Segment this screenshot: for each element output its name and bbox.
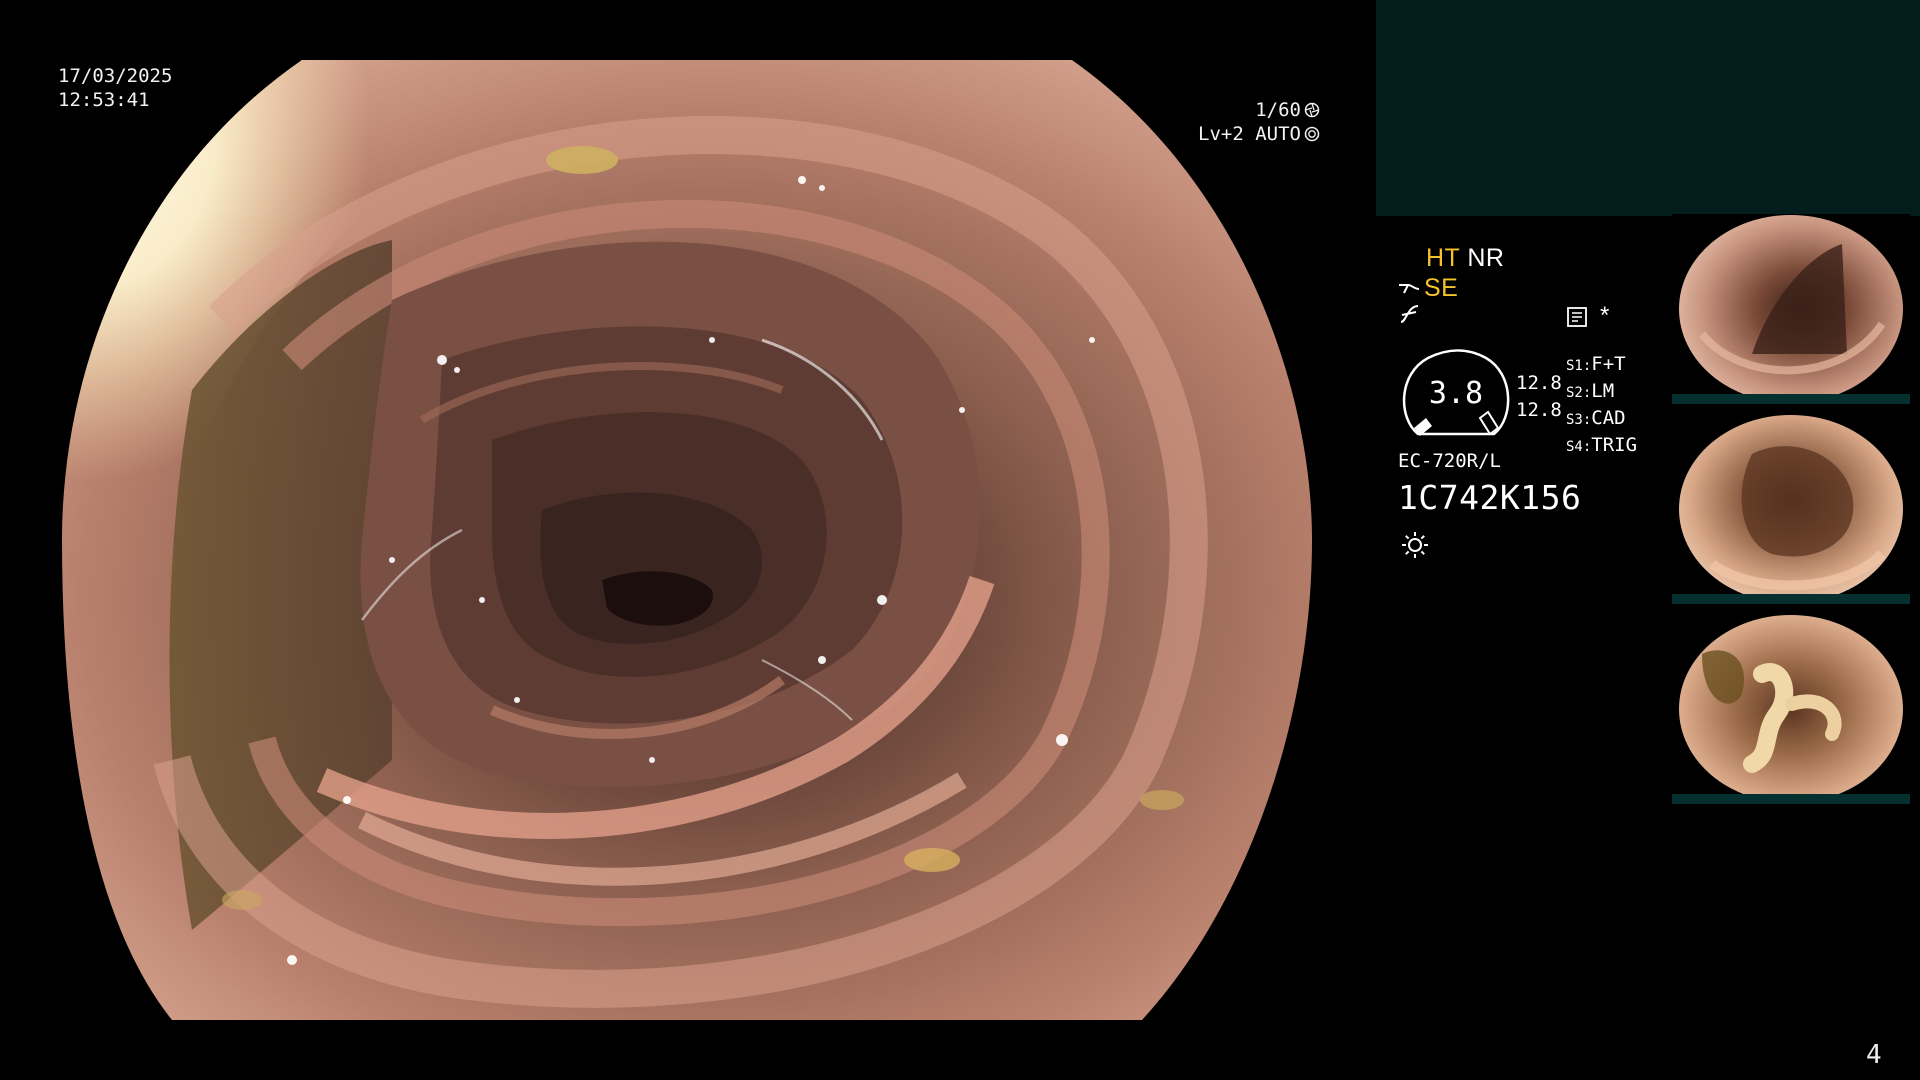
thumbnail-3[interactable] xyxy=(1672,614,1910,804)
gauge-value: 3.8 xyxy=(1428,376,1484,411)
side-values: 12.8 12.8 xyxy=(1516,370,1562,424)
ht-label: HT xyxy=(1426,244,1460,272)
thumbnail-bar xyxy=(1672,594,1910,604)
thumbnail-image xyxy=(1679,615,1903,803)
date-text: 17/03/2025 xyxy=(58,65,173,87)
level-text: Lv+2 AUTO xyxy=(1198,123,1301,145)
thumbnail-image xyxy=(1679,215,1903,403)
scope-switch-3: S3:CAD xyxy=(1566,407,1626,429)
thumbnail-image xyxy=(1679,415,1903,603)
se-label: SE xyxy=(1424,274,1459,302)
datetime-display: 17/03/2025 12:53:41 xyxy=(58,64,172,112)
scope-switch-1: S1:F+T xyxy=(1566,353,1626,375)
thumbnail-2[interactable] xyxy=(1672,414,1910,604)
structure-enhance-icon xyxy=(1399,283,1420,293)
light-icon xyxy=(1402,532,1428,558)
shutter-icon xyxy=(1304,102,1320,118)
doc-icon xyxy=(1567,307,1587,327)
side-value-1: 12.8 xyxy=(1516,372,1562,394)
time-text: 12:53:41 xyxy=(58,89,150,111)
thumbnail-bar xyxy=(1672,794,1910,804)
scope-switch-2: S2:LM xyxy=(1566,380,1615,402)
scope-serial: 1C742K156 xyxy=(1398,478,1582,517)
page-number: 4 xyxy=(1866,1040,1882,1070)
colon-lumen-image xyxy=(62,60,1312,1020)
curve-icon xyxy=(1400,305,1419,323)
side-value-2: 12.8 xyxy=(1516,399,1562,421)
scope-switch-4: S4:TRIG xyxy=(1566,434,1638,456)
thumbnail-1[interactable] xyxy=(1672,214,1910,404)
se-row: SE xyxy=(1398,274,1458,303)
asterisk-marker: * xyxy=(1600,302,1610,329)
scope-model: EC-720R/L xyxy=(1398,450,1501,472)
mode-row: HT NR xyxy=(1426,244,1504,273)
teal-info-box xyxy=(1376,0,1920,216)
scope-switch-list: S1:F+T S2:LM S3:CAD S4:TRIG xyxy=(1566,352,1637,460)
processor-info-panel: HT NR SE * 3.8 12.8 12.8 S1:F+T S2:LM S3… xyxy=(1398,240,1688,560)
thumbnail-bar xyxy=(1672,394,1910,404)
shutter-text: 1/60 xyxy=(1255,99,1301,121)
endoscope-main-view xyxy=(62,60,1312,1020)
auto-iris-icon xyxy=(1304,126,1320,142)
nr-label: NR xyxy=(1467,244,1505,272)
exposure-display: 1/60 Lv+2 AUTO xyxy=(1196,98,1320,146)
